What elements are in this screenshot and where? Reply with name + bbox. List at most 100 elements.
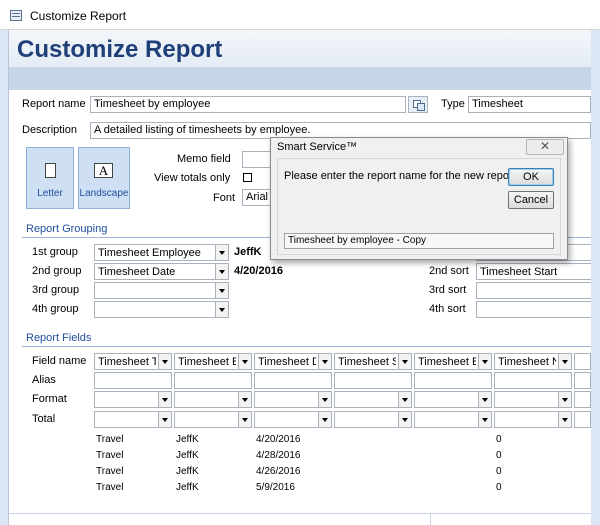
alias-input[interactable]: [494, 372, 572, 389]
format-select[interactable]: [174, 391, 252, 408]
chevron-down-icon[interactable]: [158, 392, 171, 407]
report-name-input[interactable]: Timesheet by employee: [90, 96, 406, 113]
alias-input[interactable]: [414, 372, 492, 389]
chevron-down-icon[interactable]: [478, 354, 491, 369]
group3-label: 3rd group: [32, 284, 80, 296]
letter-label: Letter: [37, 188, 63, 199]
form-window-icon: [10, 10, 22, 21]
format-select[interactable]: [574, 391, 591, 408]
total-row-label: Total: [32, 413, 56, 425]
cancel-button[interactable]: Cancel: [508, 191, 554, 209]
chevron-down-icon[interactable]: [215, 245, 228, 260]
preview-cell: JeffK: [176, 466, 199, 477]
field-name-select[interactable]: Timesheet T: [94, 353, 172, 370]
field-name-value: Timesheet S: [338, 356, 396, 368]
chevron-down-icon[interactable]: [398, 392, 411, 407]
letter-orientation-button[interactable]: Letter: [26, 147, 74, 209]
format-select[interactable]: [94, 391, 172, 408]
dialog-titlebar: Smart Service™ ✕: [271, 138, 567, 156]
chevron-down-icon[interactable]: [158, 354, 171, 369]
fields-section-title: Report Fields: [26, 332, 92, 344]
format-select[interactable]: [334, 391, 412, 408]
description-label: Description: [22, 124, 78, 136]
fields-divider: [22, 346, 591, 347]
chevron-down-icon[interactable]: [558, 412, 571, 427]
view-totals-label: View totals only: [154, 172, 231, 184]
dialog-title: Smart Service™: [277, 141, 358, 153]
chevron-down-icon[interactable]: [215, 302, 228, 317]
group3-select[interactable]: [94, 282, 229, 299]
format-select[interactable]: [414, 391, 492, 408]
chevron-down-icon[interactable]: [558, 354, 571, 369]
header-band: [9, 67, 591, 89]
field-name-select[interactable]: Timesheet E: [174, 353, 252, 370]
total-select[interactable]: [574, 411, 591, 428]
report-name-label: Report name: [22, 98, 86, 110]
group4-label: 4th group: [32, 303, 79, 315]
field-name-select[interactable]: Time: [574, 353, 591, 370]
chevron-down-icon[interactable]: [215, 283, 228, 298]
type-input[interactable]: Timesheet: [468, 96, 591, 113]
field-name-value: Timesheet E: [178, 356, 236, 368]
chevron-down-icon[interactable]: [158, 412, 171, 427]
group4-select[interactable]: [94, 301, 229, 318]
view-totals-checkbox[interactable]: [243, 173, 252, 182]
sort2-select[interactable]: Timesheet Start: [476, 263, 591, 280]
total-select[interactable]: [174, 411, 252, 428]
field-name-value: Timesheet E: [418, 356, 476, 368]
format-select[interactable]: [254, 391, 332, 408]
chevron-down-icon[interactable]: [318, 354, 331, 369]
group1-value: Timesheet Employee: [98, 247, 201, 259]
group1-select[interactable]: Timesheet Employee: [94, 244, 229, 261]
alias-row-label: Alias: [32, 374, 56, 386]
alias-input[interactable]: [574, 372, 591, 389]
preview-cell: 0: [496, 434, 502, 445]
preview-cell: Travel: [96, 450, 124, 461]
memo-field-label: Memo field: [177, 153, 231, 165]
group2-select[interactable]: Timesheet Date: [94, 263, 229, 280]
chevron-down-icon[interactable]: [238, 412, 251, 427]
total-select[interactable]: [94, 411, 172, 428]
total-select[interactable]: [254, 411, 332, 428]
dialog-body: Please enter the report name for the new…: [277, 158, 561, 255]
field-name-select[interactable]: Timesheet E: [414, 353, 492, 370]
close-icon[interactable]: ✕: [526, 139, 564, 155]
field-name-select[interactable]: Timesheet N: [494, 353, 572, 370]
group1-sample: JeffK: [234, 246, 262, 258]
chevron-down-icon[interactable]: [558, 392, 571, 407]
chevron-down-icon[interactable]: [478, 412, 491, 427]
field-name-select[interactable]: Timesheet S: [334, 353, 412, 370]
chevron-down-icon[interactable]: [318, 412, 331, 427]
field-name-select[interactable]: Timesheet D: [254, 353, 332, 370]
copy-icon-back: [417, 103, 425, 111]
report-name-dialog-input[interactable]: Timesheet by employee - Copy: [284, 233, 554, 249]
copy-report-button[interactable]: [408, 96, 428, 113]
chevron-down-icon[interactable]: [215, 264, 228, 279]
total-select[interactable]: [334, 411, 412, 428]
chevron-down-icon[interactable]: [318, 392, 331, 407]
chevron-down-icon[interactable]: [238, 354, 251, 369]
alias-input[interactable]: [94, 372, 172, 389]
alias-input[interactable]: [334, 372, 412, 389]
chevron-down-icon[interactable]: [478, 392, 491, 407]
sort3-select[interactable]: [476, 282, 591, 299]
sort4-select[interactable]: [476, 301, 591, 318]
landscape-page-icon: A: [94, 163, 113, 178]
footer-divider: [9, 513, 591, 514]
chevron-down-icon[interactable]: [238, 392, 251, 407]
sort2-value: Timesheet Start: [480, 266, 558, 278]
total-select[interactable]: [414, 411, 492, 428]
alias-input[interactable]: [254, 372, 332, 389]
font-label: Font: [213, 192, 236, 204]
format-select[interactable]: [494, 391, 572, 408]
group2-value: Timesheet Date: [98, 266, 176, 278]
alias-input[interactable]: [174, 372, 252, 389]
landscape-orientation-button[interactable]: A Landscape: [78, 147, 130, 209]
chevron-down-icon[interactable]: [398, 354, 411, 369]
field-name-value: Timesheet T: [98, 356, 156, 368]
preview-cell: Travel: [96, 466, 124, 477]
total-select[interactable]: [494, 411, 572, 428]
ok-button[interactable]: OK: [508, 168, 554, 186]
chevron-down-icon[interactable]: [398, 412, 411, 427]
left-frame: [0, 30, 9, 525]
